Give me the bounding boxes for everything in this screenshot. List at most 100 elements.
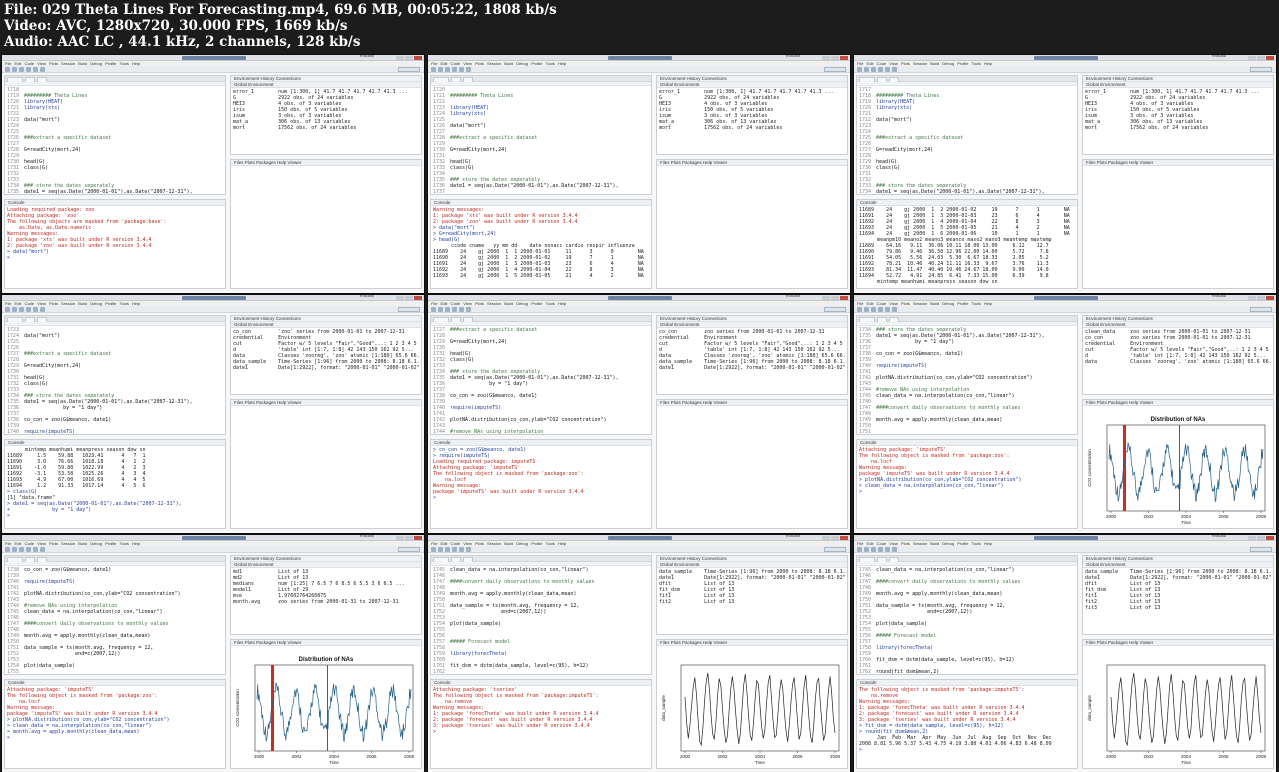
- toolbar-button-icon[interactable]: [5, 307, 10, 312]
- project-menu[interactable]: [398, 547, 420, 552]
- files-tabs[interactable]: Files Plots Packages Help Viewer: [231, 160, 421, 166]
- pane-tab[interactable]: [889, 317, 899, 322]
- pane-tab[interactable]: [7, 77, 23, 82]
- files-pane[interactable]: Files Plots Packages Help Viewer: [230, 399, 422, 529]
- pane-tab[interactable]: [877, 317, 887, 322]
- toolbar-button-icon[interactable]: [12, 547, 17, 552]
- close-icon[interactable]: [414, 296, 422, 300]
- toolbar-button-icon[interactable]: [857, 547, 862, 552]
- toolbar-button-icon[interactable]: [19, 547, 24, 552]
- source-editor[interactable]: 1727 ###extract a specific dataset 1728 172…: [430, 315, 652, 435]
- toolbar-button-icon[interactable]: [40, 67, 45, 72]
- files-pane[interactable]: Files Plots Packages Help Viewer: [656, 159, 848, 289]
- toolbar-button-icon[interactable]: [445, 307, 450, 312]
- toolbar-button-icon[interactable]: [878, 547, 883, 552]
- toolbar-button-icon[interactable]: [19, 307, 24, 312]
- toolbar-button-icon[interactable]: [40, 307, 45, 312]
- maximize-icon[interactable]: [831, 296, 839, 300]
- minimize-icon[interactable]: [822, 536, 830, 540]
- toolbar-button-icon[interactable]: [452, 547, 457, 552]
- pane-tab[interactable]: [889, 77, 899, 82]
- toolbar-button-icon[interactable]: [885, 67, 890, 72]
- environment-pane[interactable]: Environment History Connections Global En…: [230, 315, 422, 395]
- close-icon[interactable]: [1266, 56, 1274, 60]
- source-editor[interactable]: 1745 clean_data = na.interpolation(co_con…: [430, 555, 652, 675]
- close-icon[interactable]: [1266, 296, 1274, 300]
- pane-tab[interactable]: [7, 317, 23, 322]
- toolbar-button-icon[interactable]: [871, 307, 876, 312]
- files-tabs[interactable]: Files Plots Packages Help Viewer: [657, 400, 847, 406]
- pane-tab[interactable]: [25, 317, 35, 322]
- pane-tab[interactable]: [859, 317, 875, 322]
- pane-tab[interactable]: [7, 557, 23, 562]
- pane-tab[interactable]: [37, 77, 47, 82]
- pane-tab[interactable]: [451, 77, 461, 82]
- environment-pane[interactable]: Environment History Connections Global En…: [656, 75, 848, 155]
- console-pane[interactable]: Console Loading required package: zoo Atta…: [4, 199, 226, 289]
- console-pane[interactable]: Console Attaching package: 'imputeTS' The …: [4, 679, 226, 769]
- toolbar-button-icon[interactable]: [5, 67, 10, 72]
- console-pane[interactable]: Console The following object is masked fr…: [856, 679, 1078, 769]
- toolbar-button-icon[interactable]: [40, 547, 45, 552]
- pane-tab[interactable]: [889, 557, 899, 562]
- plots-tabs[interactable]: Files Plots Packages Help Viewer: [231, 640, 421, 646]
- source-editor[interactable]: 1723 1724 data("mort") 1725 1726 1727 ###extra…: [4, 315, 226, 435]
- pane-tab[interactable]: [25, 77, 35, 82]
- plots-pane[interactable]: Files Plots Packages Help Viewer 2000 2002…: [656, 639, 848, 769]
- environment-pane[interactable]: Environment History Connections Global En…: [230, 75, 422, 155]
- pane-tab[interactable]: [433, 77, 449, 82]
- plots-pane[interactable]: Files Plots Packages Help Viewer Distribu…: [230, 639, 422, 769]
- maximize-icon[interactable]: [405, 56, 413, 60]
- toolbar-button-icon[interactable]: [19, 67, 24, 72]
- maximize-icon[interactable]: [1257, 56, 1265, 60]
- toolbar-button-icon[interactable]: [459, 67, 464, 72]
- pane-tab[interactable]: [37, 557, 47, 562]
- project-menu[interactable]: [1250, 307, 1272, 312]
- environment-pane[interactable]: Environment History Connections Global En…: [230, 555, 422, 635]
- project-menu[interactable]: [398, 307, 420, 312]
- toolbar-button-icon[interactable]: [857, 67, 862, 72]
- toolbar-button-icon[interactable]: [12, 307, 17, 312]
- pane-tab[interactable]: [451, 557, 461, 562]
- environment-pane[interactable]: Environment History Connections Global En…: [1082, 75, 1274, 155]
- toolbar-button-icon[interactable]: [26, 67, 31, 72]
- console-pane[interactable]: Console Attaching package: 'tseries' The f…: [430, 679, 652, 769]
- source-editor[interactable]: 1717 1718 ######### Theta Lines 1719 library…: [856, 75, 1078, 195]
- toolbar-button-icon[interactable]: [466, 307, 471, 312]
- pane-tab[interactable]: [877, 77, 887, 82]
- toolbar-button-icon[interactable]: [26, 547, 31, 552]
- toolbar-button-icon[interactable]: [892, 547, 897, 552]
- source-editor[interactable]: 1718 1719 ######### Theta Lines 1720 library…: [4, 75, 226, 195]
- minimize-icon[interactable]: [1248, 56, 1256, 60]
- environment-pane[interactable]: Environment History Connections Global En…: [656, 315, 848, 395]
- files-tabs[interactable]: Files Plots Packages Help Viewer: [231, 400, 421, 406]
- maximize-icon[interactable]: [405, 296, 413, 300]
- console-pane[interactable]: Console mintemp meanhumi meanpress seaso…: [4, 439, 226, 529]
- toolbar-button-icon[interactable]: [431, 547, 436, 552]
- environment-pane[interactable]: Environment History Connections Global En…: [656, 555, 848, 635]
- toolbar-button-icon[interactable]: [438, 67, 443, 72]
- close-icon[interactable]: [1266, 536, 1274, 540]
- minimize-icon[interactable]: [1248, 536, 1256, 540]
- toolbar-button-icon[interactable]: [885, 307, 890, 312]
- toolbar-button-icon[interactable]: [33, 547, 38, 552]
- toolbar-button-icon[interactable]: [26, 307, 31, 312]
- plots-pane[interactable]: Files Plots Packages Help Viewer Distribu…: [1082, 399, 1274, 529]
- close-icon[interactable]: [414, 56, 422, 60]
- pane-tab[interactable]: [433, 317, 449, 322]
- maximize-icon[interactable]: [831, 56, 839, 60]
- files-pane[interactable]: Files Plots Packages Help Viewer: [656, 399, 848, 529]
- toolbar-button-icon[interactable]: [892, 67, 897, 72]
- plots-tabs[interactable]: Files Plots Packages Help Viewer: [1083, 640, 1273, 646]
- pane-tab[interactable]: [463, 77, 473, 82]
- project-menu[interactable]: [824, 307, 846, 312]
- toolbar-button-icon[interactable]: [452, 67, 457, 72]
- toolbar-button-icon[interactable]: [12, 67, 17, 72]
- pane-tab[interactable]: [37, 317, 47, 322]
- files-tabs[interactable]: Files Plots Packages Help Viewer: [1083, 160, 1273, 166]
- toolbar-button-icon[interactable]: [466, 547, 471, 552]
- toolbar-button-icon[interactable]: [892, 307, 897, 312]
- plots-tabs[interactable]: Files Plots Packages Help Viewer: [657, 640, 847, 646]
- toolbar-button-icon[interactable]: [864, 307, 869, 312]
- toolbar-button-icon[interactable]: [864, 67, 869, 72]
